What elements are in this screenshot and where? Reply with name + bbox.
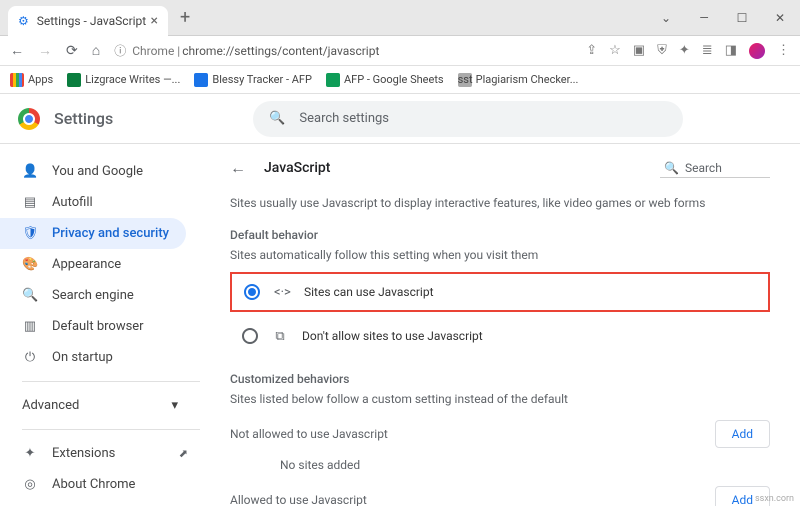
forward-icon: → — [38, 42, 52, 59]
sidebar-item-privacy[interactable]: 🛡Privacy and security — [0, 218, 186, 249]
sidebar-item-default[interactable]: ▥Default browser — [0, 311, 200, 342]
site-icon: sst — [458, 73, 472, 87]
divider — [22, 429, 200, 430]
maximize-icon[interactable]: ☐ — [730, 11, 754, 25]
sidebar-item-autofill[interactable]: ▤Autofill — [0, 187, 200, 218]
site-icon — [194, 73, 208, 87]
search-icon: 🔍 — [22, 288, 38, 303]
new-tab-button[interactable]: + — [174, 7, 196, 28]
bookmark-icon[interactable]: ☆ — [609, 43, 621, 58]
url-path: chrome://settings/content/javascript — [182, 44, 379, 58]
radio-block-js[interactable]: ⧉ Don't allow sites to use Javascript — [230, 318, 770, 354]
chrome-icon: ◎ — [22, 477, 38, 492]
side-panel-icon[interactable]: ◨ — [725, 43, 737, 58]
reload-icon[interactable]: ⟳ — [66, 43, 78, 59]
radio-checked-icon[interactable] — [244, 284, 260, 300]
content-area: ← JavaScript 🔍 Search Sites usually use … — [200, 144, 800, 506]
apps-icon — [10, 73, 24, 87]
window-controls: ⌄ — ☐ ✕ — [654, 11, 792, 25]
external-link-icon: ⬈ — [179, 447, 188, 460]
url-prefix: Chrome | — [132, 44, 180, 58]
shield-icon[interactable]: ⛨ — [657, 43, 667, 58]
no-sites-text: No sites added — [230, 448, 770, 472]
customized-section: Customized behaviors Sites listed below … — [230, 372, 770, 506]
person-icon: 👤 — [22, 164, 38, 179]
browser-icon: ▥ — [22, 319, 38, 334]
subpage-search[interactable]: 🔍 Search — [660, 159, 770, 178]
code-blocked-icon: ⧉ — [272, 329, 288, 344]
allowed-label: Allowed to use Javascript — [230, 493, 367, 506]
code-icon: <·> — [274, 285, 290, 300]
menu-icon[interactable]: ⋮ — [777, 43, 790, 58]
shield-icon: 🛡 — [22, 226, 38, 241]
allowed-block: Allowed to use Javascript Add — [230, 486, 770, 506]
address-bar[interactable]: ⓘ Chrome | chrome://settings/content/jav… — [114, 42, 586, 59]
page-description: Sites usually use Javascript to display … — [230, 196, 770, 210]
avatar[interactable] — [749, 43, 765, 59]
customized-sub: Sites listed below follow a custom setti… — [230, 392, 770, 406]
nav-icons: ← → ⟳ ⌂ — [10, 42, 100, 59]
bookmarks-bar: Apps Lizgrace Writes —... Blessy Tracker… — [0, 66, 800, 94]
page-title: Settings — [54, 109, 113, 128]
default-behavior-heading: Default behavior — [230, 228, 770, 242]
settings-body: 👤You and Google ▤Autofill 🛡Privacy and s… — [0, 144, 800, 506]
dropdown-icon[interactable]: ⌄ — [654, 11, 678, 25]
sheets-icon — [326, 73, 340, 87]
page-header: ← JavaScript 🔍 Search — [230, 158, 770, 178]
home-icon[interactable]: ⌂ — [92, 42, 100, 59]
share-icon[interactable]: ⇪ — [586, 43, 597, 58]
not-allowed-label: Not allowed to use Javascript — [230, 427, 388, 441]
divider — [22, 381, 200, 382]
search-icon: 🔍 — [664, 161, 679, 175]
settings-header: Settings 🔍 Search settings — [0, 94, 800, 144]
customized-heading: Customized behaviors — [230, 372, 770, 386]
site-icon — [67, 73, 81, 87]
reading-list-icon[interactable]: ≣ — [702, 43, 713, 58]
bookmark-lizgrace[interactable]: Lizgrace Writes —... — [67, 73, 180, 87]
back-icon[interactable]: ← — [10, 42, 24, 59]
browser-tab[interactable]: ⚙ Settings - JavaScript × — [8, 6, 168, 36]
sidebar-item-about[interactable]: ◎About Chrome — [0, 469, 200, 500]
sidebar: 👤You and Google ▤Autofill 🛡Privacy and s… — [0, 144, 200, 506]
insecure-icon: ⓘ — [114, 42, 126, 59]
bookmark-plagiarism[interactable]: sstPlagiarism Checker... — [458, 73, 579, 87]
back-arrow-icon[interactable]: ← — [230, 158, 246, 178]
radio-unchecked-icon[interactable] — [242, 328, 258, 344]
default-behavior-sub: Sites automatically follow this setting … — [230, 248, 770, 262]
extension-box-icon[interactable]: ▣ — [633, 43, 645, 58]
sidebar-item-extensions[interactable]: ✦Extensions⬈ — [0, 438, 200, 469]
minimize-icon[interactable]: — — [692, 11, 716, 25]
power-icon: ⏻ — [22, 350, 38, 365]
subpage-title: JavaScript — [264, 160, 330, 176]
toolbar-right: ⇪ ☆ ▣ ⛨ ✦ ≣ ◨ ⋮ — [586, 43, 790, 59]
url-bar: ← → ⟳ ⌂ ⓘ Chrome | chrome://settings/con… — [0, 36, 800, 66]
palette-icon: 🎨 — [22, 257, 38, 272]
bookmark-blessy[interactable]: Blessy Tracker - AFP — [194, 73, 312, 87]
chevron-down-icon: ▾ — [171, 398, 178, 413]
close-window-icon[interactable]: ✕ — [768, 11, 792, 25]
settings-icon: ⚙ — [18, 14, 29, 28]
radio-allow-js[interactable]: <·> Sites can use Javascript — [230, 272, 770, 312]
search-input[interactable]: 🔍 Search settings — [253, 101, 683, 137]
sidebar-item-you[interactable]: 👤You and Google — [0, 156, 200, 187]
puzzle-icon: ✦ — [22, 446, 38, 461]
sidebar-item-search[interactable]: 🔍Search engine — [0, 280, 200, 311]
add-button[interactable]: Add — [715, 420, 770, 448]
chrome-logo-icon — [18, 108, 40, 130]
sidebar-item-advanced[interactable]: Advanced▾ — [0, 390, 200, 421]
sidebar-item-appearance[interactable]: 🎨Appearance — [0, 249, 200, 280]
bookmark-apps[interactable]: Apps — [10, 73, 53, 87]
not-allowed-block: Not allowed to use Javascript Add — [230, 420, 770, 448]
window-tab-bar: ⚙ Settings - JavaScript × + ⌄ — ☐ ✕ — [0, 0, 800, 36]
tab-title: Settings - JavaScript — [37, 14, 146, 28]
watermark: ssxn.corn — [755, 494, 794, 504]
bookmark-sheets[interactable]: AFP - Google Sheets — [326, 73, 444, 87]
sidebar-item-startup[interactable]: ⏻On startup — [0, 342, 200, 373]
puzzle-icon[interactable]: ✦ — [679, 43, 690, 58]
autofill-icon: ▤ — [22, 195, 38, 210]
search-icon: 🔍 — [269, 111, 285, 126]
close-icon[interactable]: × — [151, 13, 158, 29]
